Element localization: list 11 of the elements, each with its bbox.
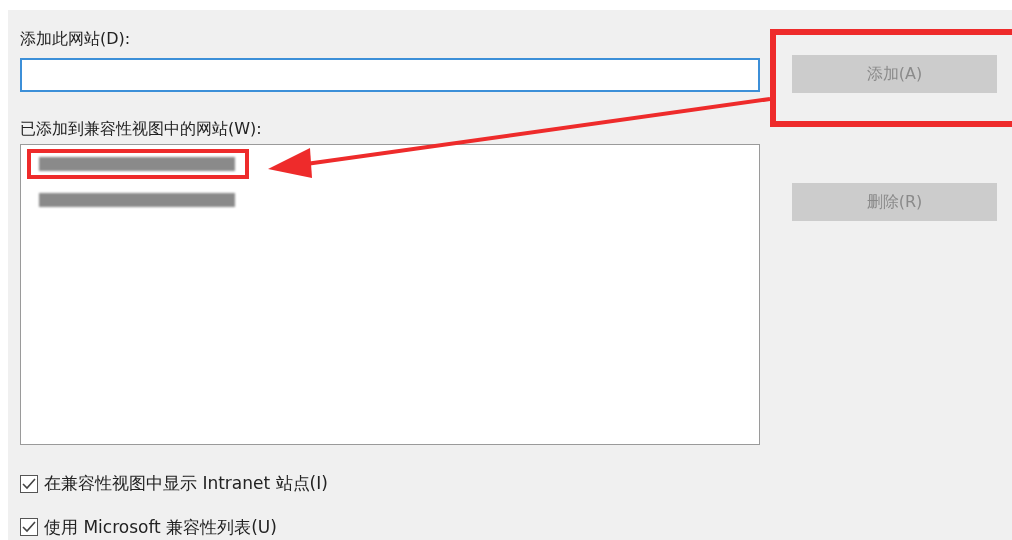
field-label: 添加此网站(D):: [20, 28, 132, 50]
redacted-entry[interactable]: [39, 156, 235, 171]
redacted-entry[interactable]: [39, 192, 235, 207]
list-label: 已添加到兼容性视图中的网站(W):: [20, 117, 263, 140]
option-label: 使用 Microsoft 兼容性列表(U): [44, 515, 277, 539]
checkbox[interactable]: [20, 518, 38, 537]
checkbox[interactable]: [20, 474, 38, 493]
option-label: 在兼容性视图中显示 Intranet 站点(I): [44, 472, 328, 495]
site-input-field[interactable]: [20, 58, 760, 92]
checkmark-icon: [22, 477, 36, 490]
checkmark-icon: [22, 521, 36, 534]
